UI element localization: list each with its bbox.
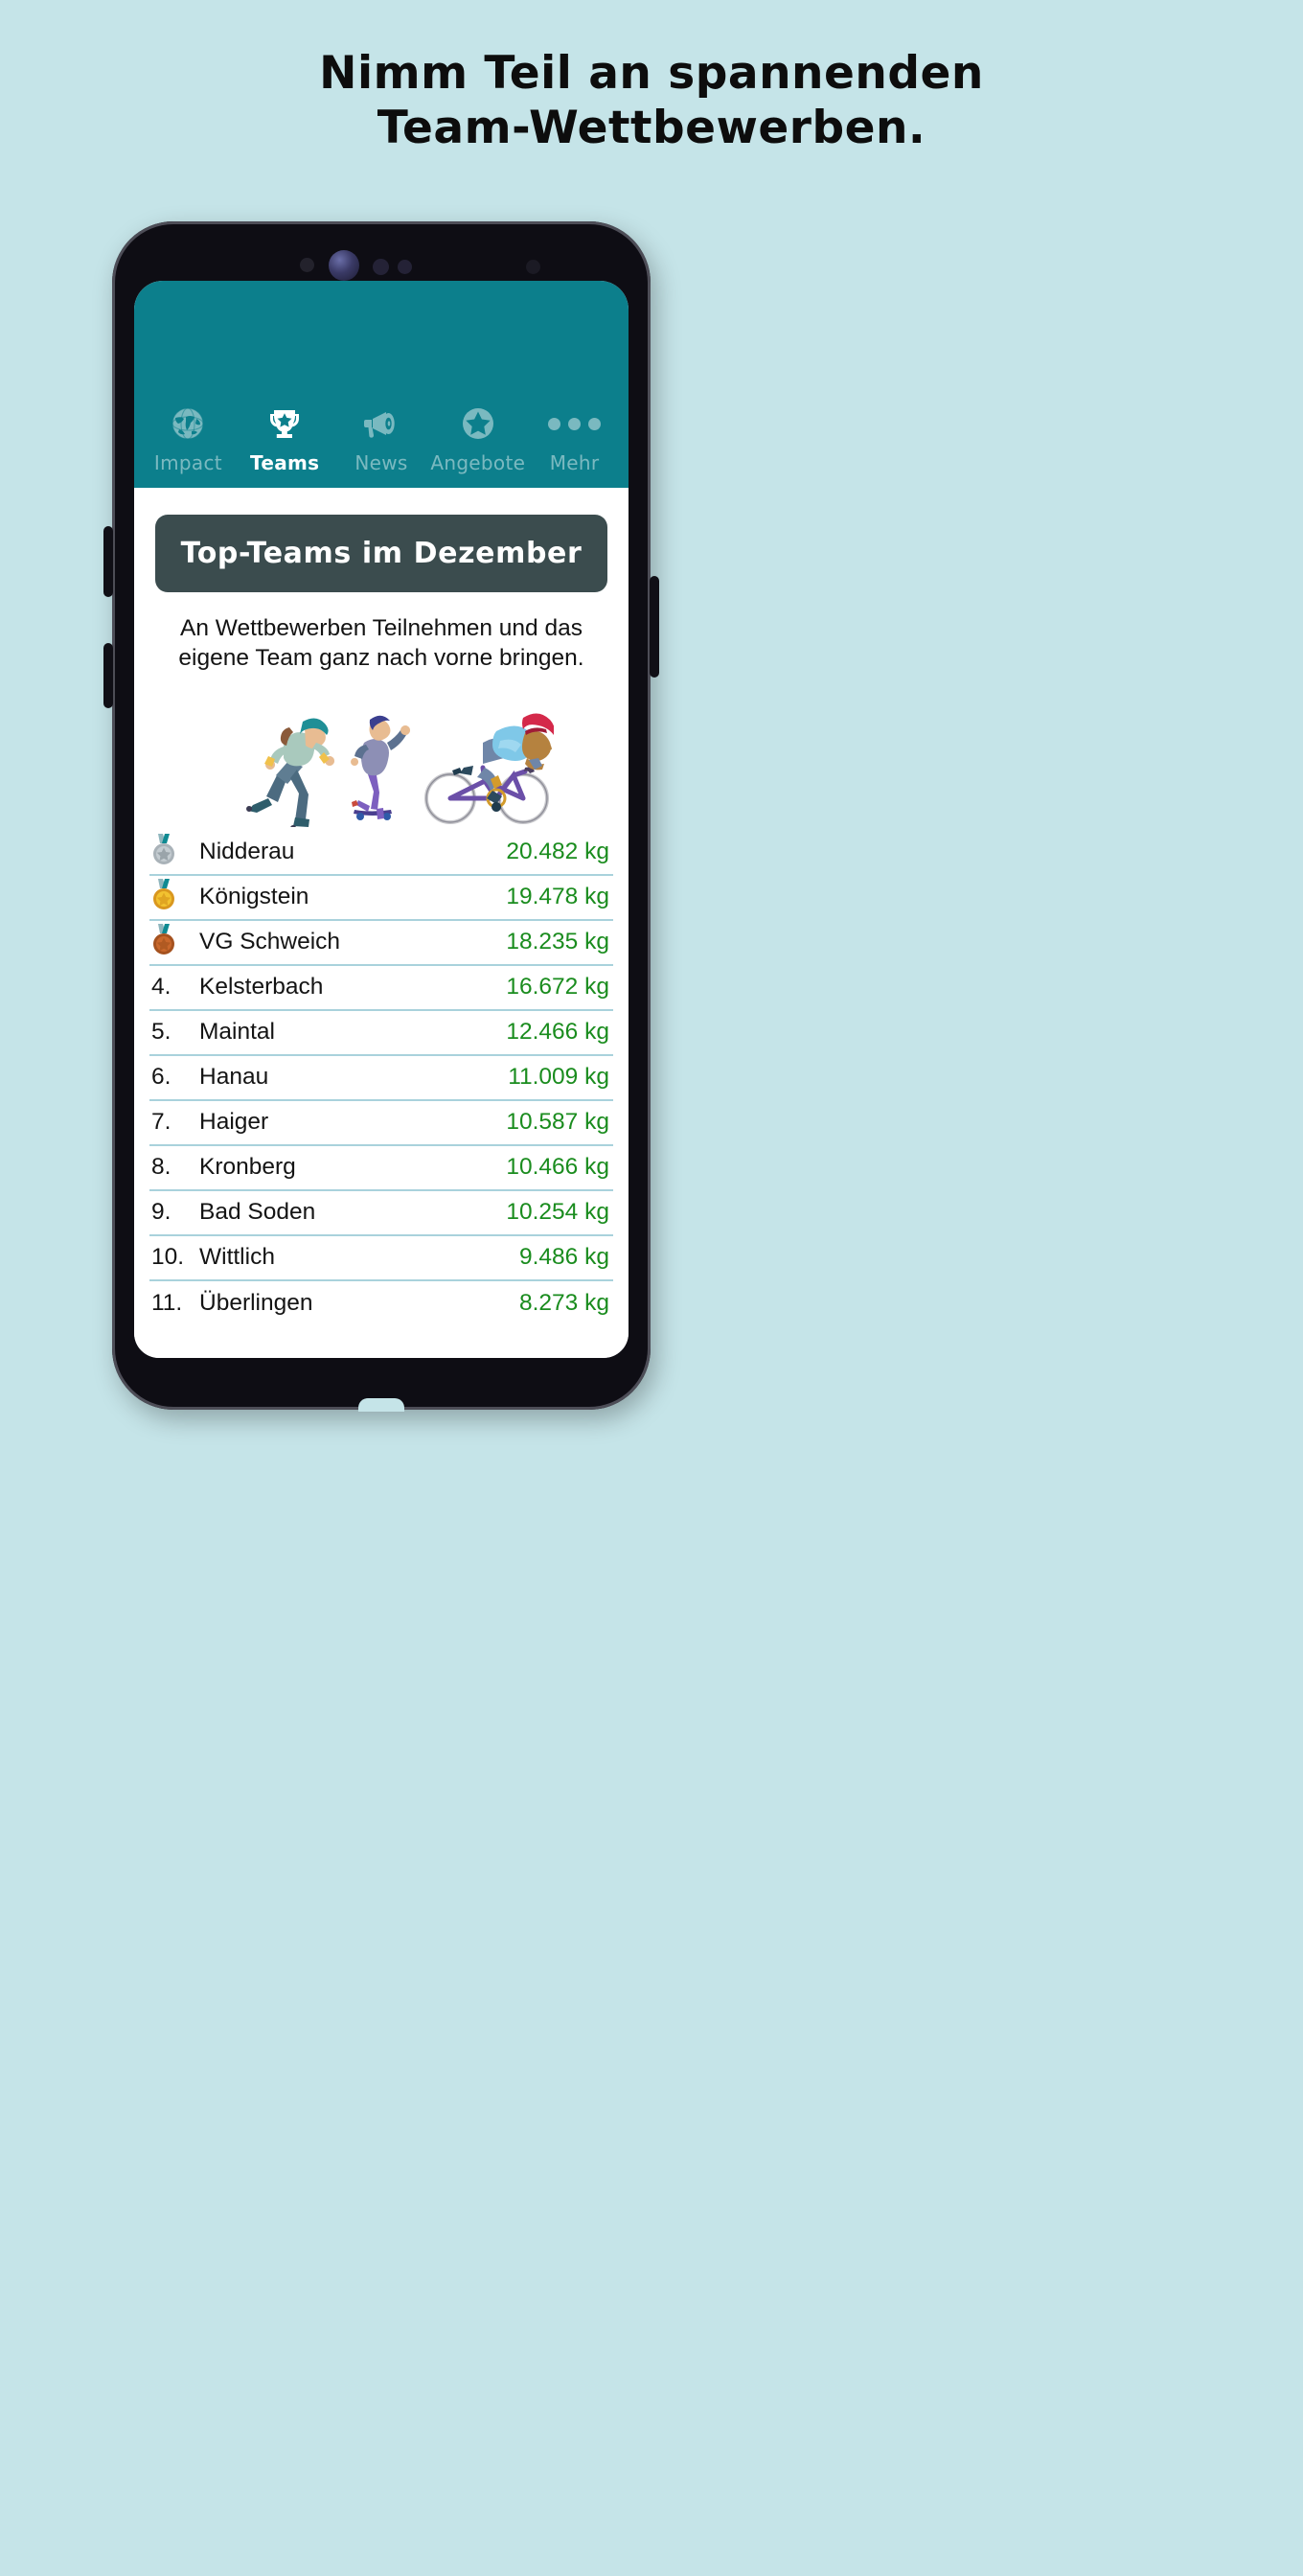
table-row[interactable]: 5. Maintal 12.466 kg xyxy=(149,1011,613,1056)
team-name: Kronberg xyxy=(199,1154,296,1181)
tab-label: Angebote xyxy=(430,451,526,474)
phone-front-camera-icon xyxy=(329,250,359,281)
phone-screen: Impact Teams News Angebote Mehr Top-Team… xyxy=(134,281,629,1358)
table-row[interactable]: 4. Kelsterbach 16.672 kg xyxy=(149,966,613,1011)
tab-teams[interactable]: Teams xyxy=(237,404,333,474)
tab-label: Teams xyxy=(250,451,320,474)
team-name: VG Schweich xyxy=(199,929,341,955)
table-row[interactable]: VG Schweich 18.235 kg xyxy=(149,921,613,966)
tab-news[interactable]: News xyxy=(333,404,430,474)
rank-number: 5. xyxy=(151,1019,171,1046)
main-tab-bar: Impact Teams News Angebote Mehr xyxy=(134,281,629,488)
team-value: 10.254 kg xyxy=(506,1199,609,1226)
phone-volume-down-button[interactable] xyxy=(103,643,113,708)
team-value: 18.235 kg xyxy=(506,929,609,955)
team-value: 19.478 kg xyxy=(506,884,609,910)
table-row[interactable]: Königstein 19.478 kg xyxy=(149,876,613,921)
table-row[interactable]: 8. Kronberg 10.466 kg xyxy=(149,1146,613,1191)
trophy-icon xyxy=(265,404,304,443)
table-row[interactable]: Nidderau 20.482 kg xyxy=(149,831,613,876)
skateboarder-figure xyxy=(351,715,411,820)
table-row[interactable]: 11. Überlingen 8.273 kg xyxy=(149,1281,613,1326)
team-value: 16.672 kg xyxy=(506,974,609,1000)
leaderboard-table: Nidderau 20.482 kg Königstein 19.478 kg … xyxy=(149,831,613,1326)
silver-medal-icon xyxy=(149,833,194,871)
phone-volume-up-button[interactable] xyxy=(103,526,113,597)
team-value: 8.273 kg xyxy=(519,1290,609,1317)
team-name: Haiger xyxy=(199,1109,269,1136)
rank-number: 7. xyxy=(151,1109,171,1136)
page-title: Top-Teams im Dezember xyxy=(180,537,583,570)
rank-number: 9. xyxy=(151,1199,171,1226)
sports-people-illustration xyxy=(246,713,554,827)
table-row[interactable]: 9. Bad Soden 10.254 kg xyxy=(149,1191,613,1236)
team-value: 20.482 kg xyxy=(506,839,609,865)
cyclist-figure xyxy=(424,713,554,824)
phone-mockup: Impact Teams News Angebote Mehr Top-Team… xyxy=(103,221,659,1412)
rank-number: 8. xyxy=(151,1154,171,1181)
team-value: 10.587 kg xyxy=(506,1109,609,1136)
inline-skater-figure xyxy=(246,718,335,827)
megaphone-icon xyxy=(362,404,400,443)
team-value: 12.466 kg xyxy=(506,1019,609,1046)
page-title-card: Top-Teams im Dezember xyxy=(155,515,607,592)
more-dots-icon xyxy=(548,404,602,443)
phone-sensor-icon xyxy=(398,260,412,274)
teams-content: Top-Teams im Dezember An Wettbewerben Te… xyxy=(134,515,629,1358)
team-name: Bad Soden xyxy=(199,1199,316,1226)
rank-number: 6. xyxy=(151,1064,171,1091)
table-row[interactable]: 6. Hanau 11.009 kg xyxy=(149,1056,613,1101)
phone-power-button[interactable] xyxy=(650,576,659,678)
team-name: Überlingen xyxy=(199,1290,313,1317)
table-row[interactable]: 10. Wittlich 9.486 kg xyxy=(149,1236,613,1281)
tab-mehr[interactable]: Mehr xyxy=(526,404,623,474)
tab-impact[interactable]: Impact xyxy=(140,404,237,474)
phone-home-indicator xyxy=(358,1398,404,1412)
team-name: Kelsterbach xyxy=(199,974,324,1000)
bronze-medal-icon xyxy=(149,923,194,961)
tab-label: Impact xyxy=(153,451,222,474)
team-name: Wittlich xyxy=(199,1244,275,1271)
phone-earpiece-icon xyxy=(526,260,540,274)
headline-line-2: Team-Wettbewerben. xyxy=(377,102,926,155)
tab-angebote[interactable]: Angebote xyxy=(429,404,526,474)
team-name: Hanau xyxy=(199,1064,269,1091)
team-name: Maintal xyxy=(199,1019,275,1046)
star-circle-icon xyxy=(459,404,497,443)
team-value: 11.009 kg xyxy=(508,1064,609,1091)
headline-line-1: Nimm Teil an spannenden xyxy=(319,47,984,100)
globe-icon xyxy=(169,404,207,443)
rank-number: 10. xyxy=(151,1244,185,1271)
phone-sensor-icon xyxy=(300,258,314,272)
team-name: Nidderau xyxy=(199,839,295,865)
team-value: 10.466 kg xyxy=(506,1154,609,1181)
table-row[interactable]: 7. Haiger 10.587 kg xyxy=(149,1101,613,1146)
phone-sensor-icon xyxy=(373,259,389,275)
page-headline: Nimm Teil an spannenden Team-Wettbewerbe… xyxy=(0,46,1303,156)
team-value: 9.486 kg xyxy=(519,1244,609,1271)
tab-label: Mehr xyxy=(549,451,600,474)
rank-number: 11. xyxy=(151,1290,183,1317)
tab-label: News xyxy=(354,451,408,474)
gold-medal-icon xyxy=(149,878,194,916)
team-name: Königstein xyxy=(199,884,309,910)
page-subtitle: An Wettbewerben Teilnehmen und das eigen… xyxy=(178,615,584,672)
rank-number: 4. xyxy=(151,974,171,1000)
